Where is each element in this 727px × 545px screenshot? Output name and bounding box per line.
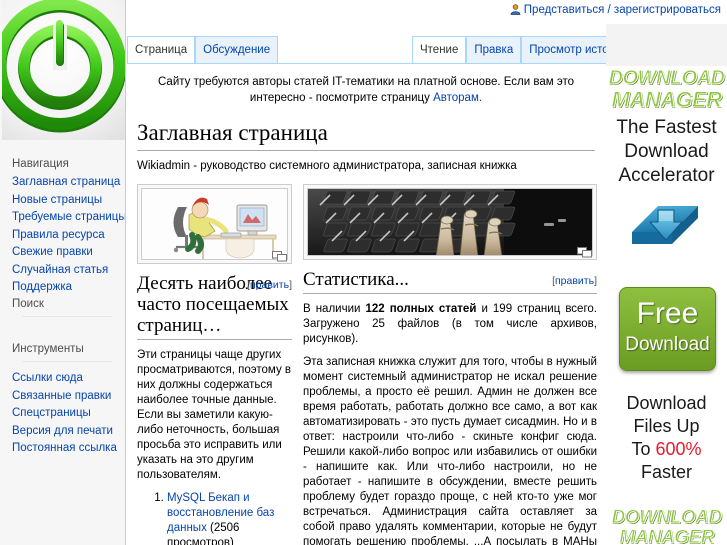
portlet-heading-search: Поиск xyxy=(12,298,44,310)
sidebar-item-related-changes[interactable]: Связанные правки xyxy=(12,387,118,405)
edit-link[interactable]: править xyxy=(250,279,289,291)
page-title: Заглавная страница xyxy=(137,120,595,151)
section-heading-top-pages: Десять наиболее часто посещаемых страниц… xyxy=(137,273,292,340)
column-left: Десять наиболее часто посещаемых страниц… xyxy=(137,184,292,545)
login-register-link[interactable]: Представиться / зарегистрироваться xyxy=(524,4,721,16)
section-heading-statistics: Статистика... [править] xyxy=(303,269,597,294)
thumb-image-frame xyxy=(141,188,288,260)
ad-subtext-line4: Faster xyxy=(640,462,692,482)
personal-bar: Представиться / зарегистрироваться xyxy=(510,4,721,18)
list-item: MySQL Бекап и восстановление баз данных … xyxy=(167,491,292,545)
ad-brand-line2: MANAGER xyxy=(611,87,723,112)
tab-edit[interactable]: Правка xyxy=(466,36,522,64)
site-notice-text: Сайту требуются авторы статей IT-тематик… xyxy=(157,76,575,104)
navigation-list: Заглавная страница Новые страницы Требуе… xyxy=(12,173,125,296)
sidebar-item-random-article[interactable]: Случайная статья xyxy=(12,261,118,279)
paragraph-top-pages: Эти страницы чаще других просматриваются… xyxy=(137,349,292,481)
paragraph-about: Эта записная книжка служит для того, что… xyxy=(303,356,597,545)
download-arrow-icon xyxy=(628,196,704,261)
bracket-close: ] xyxy=(594,275,597,287)
user-icon xyxy=(510,4,521,18)
edit-link[interactable]: править xyxy=(555,275,594,287)
namespace-tabs: Страница Обсуждение xyxy=(127,36,279,64)
ad-brand-line1: DOWNLOAD xyxy=(608,67,725,89)
sidebar-item-new-pages[interactable]: Новые страницы xyxy=(12,191,118,209)
sidebar-item-permanent-link[interactable]: Постоянная ссылка xyxy=(12,439,118,457)
ad-brand-logo-top: DOWNLOAD MANAGER xyxy=(606,67,727,112)
ad-subtext: Download Files Up To 600% Faster xyxy=(606,392,727,484)
sidebar-link-random-article[interactable]: Случайная статья xyxy=(12,264,108,276)
ad-brand2-line2: MANAGER xyxy=(619,527,715,545)
advertisement-panel[interactable]: DOWNLOAD MANAGER The Fastest Download Ac… xyxy=(606,0,727,545)
ad-brand-logo-bottom: DOWNLOAD MANAGER xyxy=(606,507,727,545)
sidebar-link-required-pages[interactable]: Требуемые страницы xyxy=(12,211,125,223)
sidebar-link-what-links-here[interactable]: Ссылки сюда xyxy=(12,372,83,384)
section-title-text: Статистика... xyxy=(303,269,409,290)
ad-brand2-line1: DOWNLOAD xyxy=(611,507,722,528)
free-download-button[interactable]: Free Download xyxy=(619,287,716,371)
sidebar-link-new-pages[interactable]: Новые страницы xyxy=(12,194,102,206)
main-content: Сайту требуются авторы статей IT-тематик… xyxy=(127,64,605,545)
sidebar-item-printable-version[interactable]: Версия для печати xyxy=(12,422,118,440)
sidebar-item-required-pages[interactable]: Требуемые страницы xyxy=(12,208,125,226)
stats-prefix: В наличии xyxy=(303,303,366,315)
ad-subtext-line1: Download xyxy=(626,393,707,413)
sidebar-item-main-page[interactable]: Заглавная страница xyxy=(12,173,120,191)
sidebar-link-permanent-link[interactable]: Постоянная ссылка xyxy=(12,442,117,454)
ad-subtext-line3: To 600% xyxy=(606,438,727,461)
bracket-close: ] xyxy=(289,279,292,291)
power-button-logo-icon xyxy=(2,0,125,140)
sidebar-item-special-pages[interactable]: Спецстраницы xyxy=(12,404,118,422)
sidebar-link-related-changes[interactable]: Связанные правки xyxy=(12,390,111,402)
thumbnail-keyboard[interactable] xyxy=(303,184,597,260)
thumbnail-man-at-computer[interactable] xyxy=(137,184,292,264)
man-at-computer-illustration-icon xyxy=(142,189,287,259)
page-subtitle: Wikiadmin - руководство системного админ… xyxy=(137,160,517,172)
ad-button-line2: Download xyxy=(625,334,710,355)
ad-subtext-to: To xyxy=(631,439,656,459)
site-notice: Сайту требуются авторы статей IT-тематик… xyxy=(137,64,595,106)
thumb-image-frame xyxy=(307,188,593,256)
ad-subtext-percent: 600% xyxy=(655,439,702,459)
divider xyxy=(22,316,112,317)
paragraph-statistics: В наличии 122 полных статей и 199 страни… xyxy=(303,302,597,347)
sidebar-item-what-links-here[interactable]: Ссылки сюда xyxy=(12,369,118,387)
tab-page[interactable]: Страница xyxy=(127,36,196,64)
site-notice-link[interactable]: Авторам. xyxy=(433,92,482,104)
sidebar-link-special-pages[interactable]: Спецстраницы xyxy=(12,407,91,419)
sidebar-link-printable-version[interactable]: Версия для печати xyxy=(12,425,113,437)
top-pages-list: MySQL Бекап и восстановление баз данных … xyxy=(137,491,292,545)
portlet-heading-navigation: Навигация xyxy=(12,158,69,170)
column-right: Статистика... [править] В наличии 122 по… xyxy=(303,184,597,545)
ad-top-strip xyxy=(606,24,727,66)
fingers-on-laptop-keyboard-photo-icon xyxy=(308,189,592,255)
sidebar-item-recent-changes[interactable]: Свежие правки xyxy=(12,243,118,261)
sidebar: Навигация Заглавная страница Новые стран… xyxy=(0,0,126,545)
edit-section-link-top-pages: [править] xyxy=(247,275,292,296)
browser-page: Навигация Заглавная страница Новые стран… xyxy=(0,0,727,545)
tools-list: Ссылки сюда Связанные правки Спецстраниц… xyxy=(12,369,118,457)
ad-button-line1: Free xyxy=(636,297,699,330)
sidebar-link-rules[interactable]: Правила ресурса xyxy=(12,229,105,241)
portlet-heading-tools: Инструменты xyxy=(12,343,84,355)
divider xyxy=(22,361,112,362)
sidebar-link-main-page[interactable]: Заглавная страница xyxy=(12,176,120,188)
ad-tagline-line1: The Fastest xyxy=(616,117,717,138)
magnify-icon[interactable] xyxy=(272,250,287,262)
magnify-icon[interactable] xyxy=(577,246,592,258)
sidebar-link-recent-changes[interactable]: Свежие правки xyxy=(12,246,93,258)
ad-tagline-line2: Download xyxy=(624,141,709,162)
portlet-tools: Инструменты Ссылки сюда Связанные правки… xyxy=(0,335,125,457)
portlet-navigation: Навигация Заглавная страница Новые стран… xyxy=(0,150,125,296)
ad-subtext-line2: Files Up xyxy=(633,416,700,436)
stats-count: 122 полных статей xyxy=(365,303,477,315)
tab-discussion[interactable]: Обсуждение xyxy=(195,36,279,64)
portlet-search: Поиск xyxy=(0,290,125,317)
ad-tagline: The Fastest Download Accelerator xyxy=(606,116,727,188)
sidebar-item-rules[interactable]: Правила ресурса xyxy=(12,226,118,244)
ad-tagline-line3: Accelerator xyxy=(618,165,715,186)
site-logo[interactable] xyxy=(2,0,125,140)
tab-read[interactable]: Чтение xyxy=(412,36,467,64)
edit-section-link-statistics: [править] xyxy=(552,271,597,292)
